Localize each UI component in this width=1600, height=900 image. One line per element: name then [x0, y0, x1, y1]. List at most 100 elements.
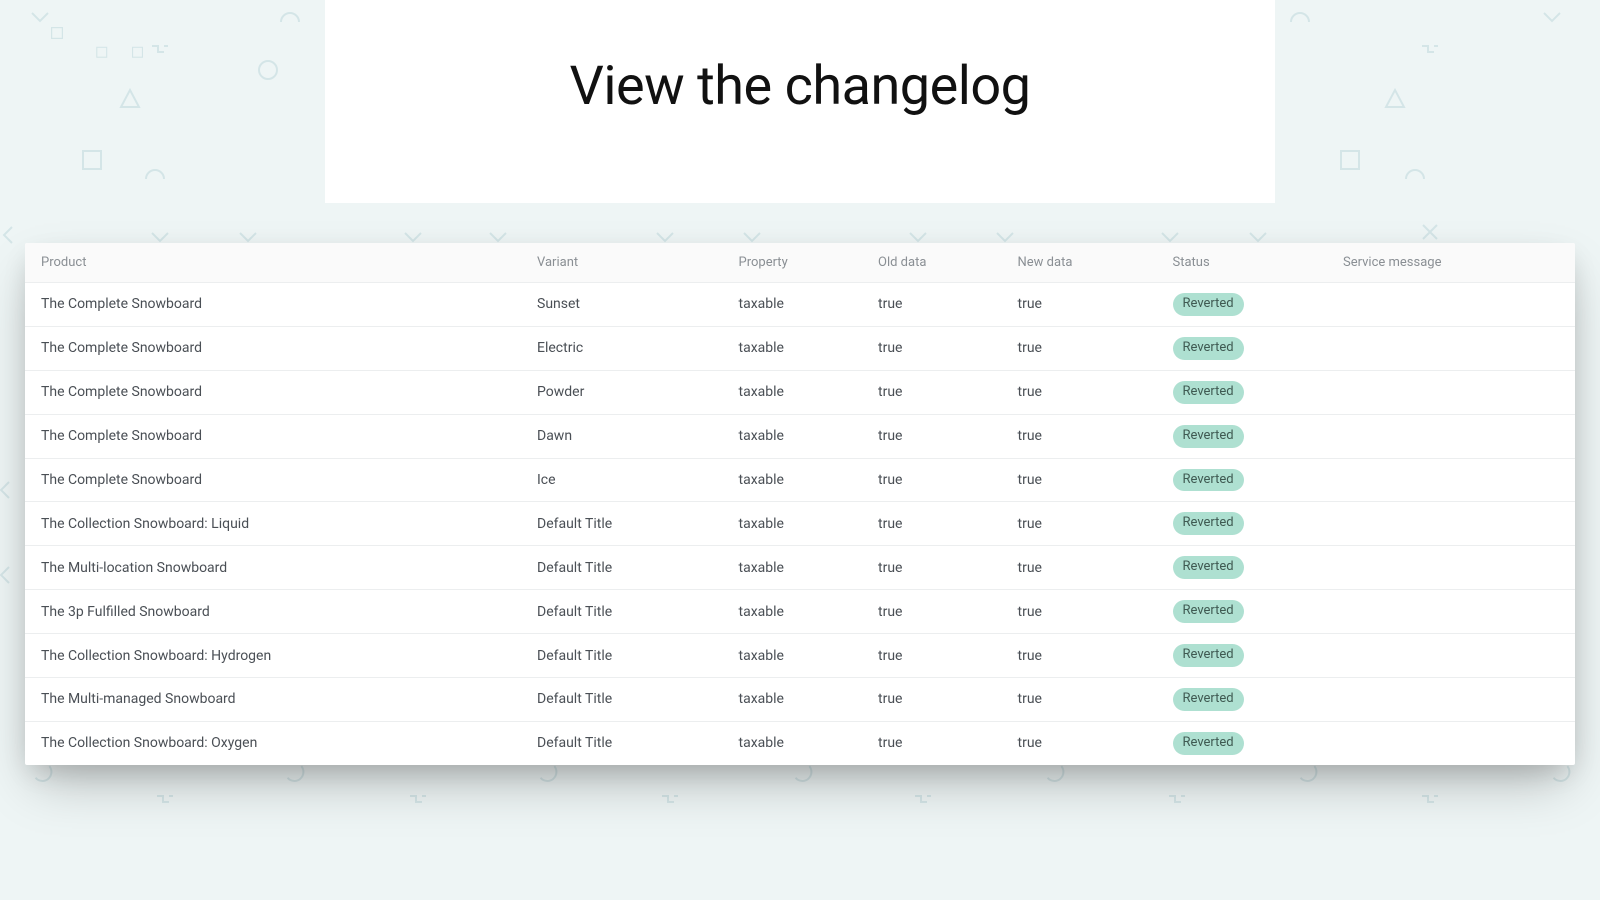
- cell-status: Reverted: [1157, 634, 1328, 678]
- status-badge: Reverted: [1173, 381, 1244, 404]
- cell-old-data: true: [862, 326, 1002, 370]
- col-header-variant: Variant: [521, 243, 723, 283]
- cell-service-message: [1327, 546, 1575, 590]
- status-badge: Reverted: [1173, 600, 1244, 623]
- cell-property: taxable: [723, 678, 863, 722]
- cell-service-message: [1327, 502, 1575, 546]
- cell-old-data: true: [862, 590, 1002, 634]
- cell-product: The Multi-location Snowboard: [25, 546, 521, 590]
- cell-old-data: true: [862, 634, 1002, 678]
- table-row[interactable]: The Multi-managed SnowboardDefault Title…: [25, 678, 1575, 722]
- status-badge: Reverted: [1173, 337, 1244, 360]
- cell-property: taxable: [723, 326, 863, 370]
- status-badge: Reverted: [1173, 512, 1244, 535]
- cell-property: taxable: [723, 414, 863, 458]
- cell-service-message: [1327, 634, 1575, 678]
- cell-product: The Complete Snowboard: [25, 326, 521, 370]
- cell-new-data: true: [1002, 283, 1157, 327]
- col-header-property: Property: [723, 243, 863, 283]
- cell-old-data: true: [862, 721, 1002, 764]
- cell-old-data: true: [862, 678, 1002, 722]
- cell-product: The Collection Snowboard: Hydrogen: [25, 634, 521, 678]
- cell-status: Reverted: [1157, 590, 1328, 634]
- cell-service-message: [1327, 721, 1575, 764]
- cell-service-message: [1327, 283, 1575, 327]
- table-row[interactable]: The Collection Snowboard: OxygenDefault …: [25, 721, 1575, 764]
- cell-product: The Collection Snowboard: Oxygen: [25, 721, 521, 764]
- cell-property: taxable: [723, 502, 863, 546]
- cell-new-data: true: [1002, 326, 1157, 370]
- cell-service-message: [1327, 326, 1575, 370]
- cell-variant: Default Title: [521, 546, 723, 590]
- hero-panel: View the changelog: [325, 0, 1275, 203]
- cell-new-data: true: [1002, 370, 1157, 414]
- cell-service-message: [1327, 414, 1575, 458]
- cell-new-data: true: [1002, 590, 1157, 634]
- cell-property: taxable: [723, 721, 863, 764]
- cell-property: taxable: [723, 458, 863, 502]
- table-row[interactable]: The Complete SnowboardPowdertaxabletruet…: [25, 370, 1575, 414]
- cell-product: The Multi-managed Snowboard: [25, 678, 521, 722]
- table-row[interactable]: The Complete SnowboardDawntaxabletruetru…: [25, 414, 1575, 458]
- cell-status: Reverted: [1157, 546, 1328, 590]
- status-badge: Reverted: [1173, 556, 1244, 579]
- col-header-service-message: Service message: [1327, 243, 1575, 283]
- cell-old-data: true: [862, 502, 1002, 546]
- table-row[interactable]: The Multi-location SnowboardDefault Titl…: [25, 546, 1575, 590]
- cell-status: Reverted: [1157, 502, 1328, 546]
- cell-product: The Complete Snowboard: [25, 370, 521, 414]
- cell-variant: Default Title: [521, 502, 723, 546]
- cell-property: taxable: [723, 283, 863, 327]
- cell-product: The Complete Snowboard: [25, 458, 521, 502]
- table-row[interactable]: The Complete SnowboardElectrictaxabletru…: [25, 326, 1575, 370]
- col-header-product: Product: [25, 243, 521, 283]
- cell-variant: Sunset: [521, 283, 723, 327]
- cell-new-data: true: [1002, 458, 1157, 502]
- cell-service-message: [1327, 678, 1575, 722]
- table-row[interactable]: The Complete SnowboardIcetaxabletruetrue…: [25, 458, 1575, 502]
- table-row[interactable]: The Complete SnowboardSunsettaxabletruet…: [25, 283, 1575, 327]
- cell-status: Reverted: [1157, 721, 1328, 764]
- cell-status: Reverted: [1157, 370, 1328, 414]
- cell-variant: Dawn: [521, 414, 723, 458]
- cell-property: taxable: [723, 546, 863, 590]
- cell-variant: Default Title: [521, 721, 723, 764]
- col-header-status: Status: [1157, 243, 1328, 283]
- cell-property: taxable: [723, 590, 863, 634]
- cell-variant: Ice: [521, 458, 723, 502]
- cell-new-data: true: [1002, 634, 1157, 678]
- cell-product: The Complete Snowboard: [25, 283, 521, 327]
- col-header-old-data: Old data: [862, 243, 1002, 283]
- status-badge: Reverted: [1173, 644, 1244, 667]
- cell-variant: Default Title: [521, 678, 723, 722]
- cell-new-data: true: [1002, 502, 1157, 546]
- cell-variant: Electric: [521, 326, 723, 370]
- cell-property: taxable: [723, 634, 863, 678]
- table-row[interactable]: The 3p Fulfilled SnowboardDefault Titlet…: [25, 590, 1575, 634]
- cell-property: taxable: [723, 370, 863, 414]
- table-row[interactable]: The Collection Snowboard: LiquidDefault …: [25, 502, 1575, 546]
- status-badge: Reverted: [1173, 732, 1244, 755]
- cell-new-data: true: [1002, 678, 1157, 722]
- status-badge: Reverted: [1173, 469, 1244, 492]
- changelog-table: Product Variant Property Old data New da…: [25, 243, 1575, 765]
- cell-service-message: [1327, 370, 1575, 414]
- cell-variant: Default Title: [521, 590, 723, 634]
- col-header-new-data: New data: [1002, 243, 1157, 283]
- table-row[interactable]: The Collection Snowboard: HydrogenDefaul…: [25, 634, 1575, 678]
- status-badge: Reverted: [1173, 425, 1244, 448]
- cell-status: Reverted: [1157, 458, 1328, 502]
- cell-service-message: [1327, 458, 1575, 502]
- cell-new-data: true: [1002, 546, 1157, 590]
- cell-product: The Complete Snowboard: [25, 414, 521, 458]
- changelog-table-card: Product Variant Property Old data New da…: [25, 243, 1575, 765]
- table-header-row: Product Variant Property Old data New da…: [25, 243, 1575, 283]
- cell-old-data: true: [862, 458, 1002, 502]
- cell-status: Reverted: [1157, 678, 1328, 722]
- cell-new-data: true: [1002, 721, 1157, 764]
- cell-new-data: true: [1002, 414, 1157, 458]
- cell-status: Reverted: [1157, 283, 1328, 327]
- cell-product: The Collection Snowboard: Liquid: [25, 502, 521, 546]
- cell-variant: Powder: [521, 370, 723, 414]
- status-badge: Reverted: [1173, 688, 1244, 711]
